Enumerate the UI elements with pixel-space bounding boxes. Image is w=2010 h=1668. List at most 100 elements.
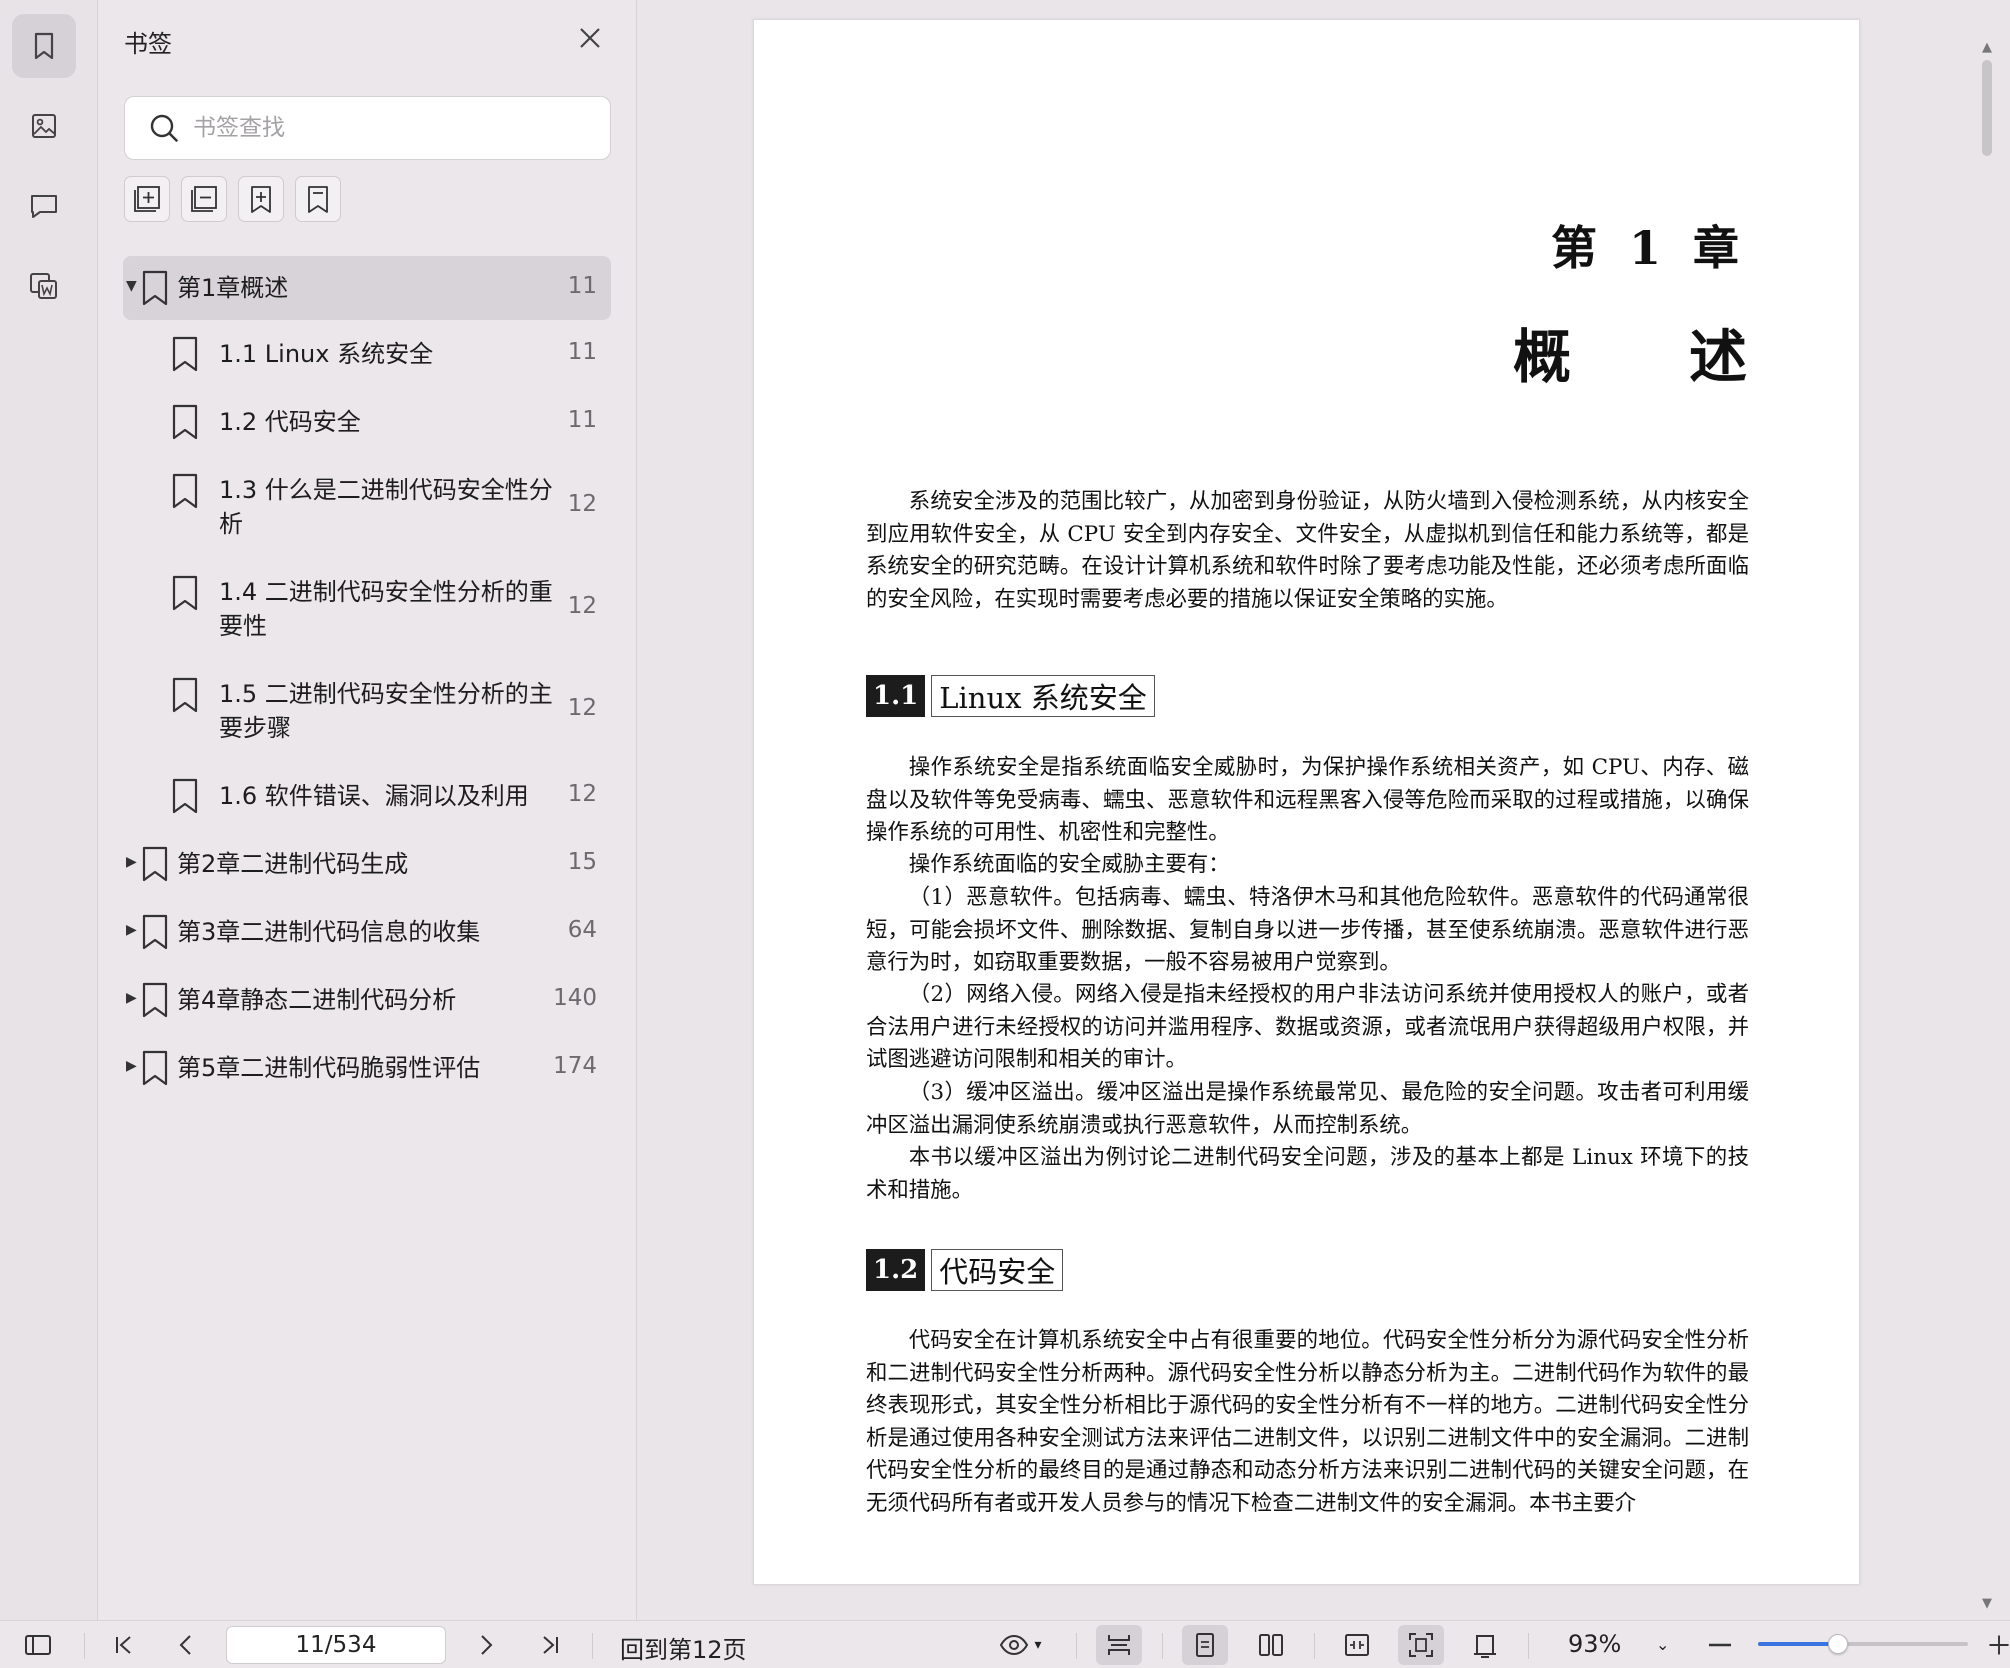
intro-paragraph: 系统安全涉及的范围比较广，从加密到身份验证，从防火墙到入侵检测系统，从内核安全到… bbox=[866, 489, 1749, 612]
bookmark-label: 第5章二进制代码脆弱性评估 bbox=[177, 1054, 481, 1082]
fit-page-icon bbox=[1409, 1633, 1433, 1657]
chevron-left-icon bbox=[179, 1635, 191, 1655]
bookmark-search-field[interactable] bbox=[124, 96, 611, 160]
section-title: Linux 系统安全 bbox=[931, 675, 1155, 717]
section-title: 代码安全 bbox=[931, 1249, 1064, 1291]
bookmark-label: 第3章二进制代码信息的收集 bbox=[177, 918, 481, 946]
bookmark-icon bbox=[172, 575, 198, 611]
bookmark-icon bbox=[34, 32, 54, 60]
section-heading-1-2: 1.2 代码安全 bbox=[866, 1249, 1064, 1291]
view-mode-button[interactable]: ▾ bbox=[988, 1625, 1052, 1665]
bookmark-add-icon bbox=[251, 186, 271, 213]
section-number: 1.2 bbox=[866, 1249, 926, 1291]
bookmark-page-number: 174 bbox=[553, 1053, 597, 1079]
bookmark-page-number: 11 bbox=[567, 339, 597, 365]
expanded-arrow-icon[interactable]: ▼ bbox=[126, 278, 137, 294]
bookmark-settings-button[interactable] bbox=[295, 176, 341, 222]
bookmark-item-1-5[interactable]: 1.5 二进制代码安全性分析的主 要步骤 12 bbox=[123, 660, 611, 762]
bookmark-item-chapter-4[interactable]: ▶ 第4章静态二进制代码分析 140 bbox=[123, 966, 611, 1034]
bookmark-icon bbox=[172, 404, 198, 440]
last-page-icon bbox=[543, 1636, 558, 1654]
bookmark-label: 1.1 Linux 系统安全 bbox=[219, 340, 434, 368]
chapter-title-char-1: 概 bbox=[1512, 323, 1571, 391]
bookmark-label: 1.6 软件错误、漏洞以及利用 bbox=[219, 782, 529, 810]
first-page-icon bbox=[116, 1636, 131, 1654]
bookmark-label-line1: 1.3 什么是二进制代码安全性分 bbox=[219, 476, 553, 504]
scroll-up-arrow-icon[interactable]: ▲ bbox=[1982, 40, 1992, 55]
continuous-scroll-button[interactable] bbox=[1096, 1625, 1142, 1665]
last-page-button[interactable] bbox=[530, 1625, 570, 1665]
chapter-title: 概述 bbox=[1513, 310, 1747, 394]
bookmark-item-chapter-1[interactable]: ▼ 第1章概述 11 bbox=[123, 256, 611, 320]
zoom-slider-knob[interactable] bbox=[1827, 1634, 1848, 1654]
collapsed-arrow-icon[interactable]: ▶ bbox=[126, 922, 137, 938]
word-convert-tab-button[interactable] bbox=[12, 254, 76, 318]
comments-tab-button[interactable] bbox=[12, 174, 76, 238]
expand-all-button[interactable] bbox=[124, 176, 170, 222]
bookmark-label-line1: 1.5 二进制代码安全性分析的主 bbox=[219, 680, 553, 708]
single-page-icon bbox=[1196, 1633, 1214, 1657]
previous-page-button[interactable] bbox=[166, 1625, 206, 1665]
bookmark-label-line2: 析 bbox=[219, 510, 243, 538]
toggle-sidebar-button[interactable] bbox=[18, 1625, 58, 1665]
scroll-down-arrow-icon[interactable]: ▼ bbox=[1982, 1596, 1992, 1611]
two-page-button[interactable] bbox=[1248, 1625, 1294, 1665]
two-page-icon bbox=[1259, 1634, 1283, 1656]
minus-icon bbox=[1709, 1643, 1731, 1647]
bookmark-item-chapter-5[interactable]: ▶ 第5章二进制代码脆弱性评估 174 bbox=[123, 1034, 611, 1102]
vertical-scrollbar[interactable] bbox=[1976, 60, 1998, 1595]
fit-width-icon bbox=[1345, 1634, 1369, 1656]
bookmark-page-number: 64 bbox=[567, 917, 597, 943]
rotate-page-icon bbox=[1474, 1635, 1496, 1658]
collapsed-arrow-icon[interactable]: ▶ bbox=[126, 990, 137, 1006]
bookmark-item-1-1[interactable]: 1.1 Linux 系统安全 11 bbox=[123, 320, 611, 388]
bookmark-page-number: 11 bbox=[567, 407, 597, 433]
collapsed-arrow-icon[interactable]: ▶ bbox=[126, 1058, 137, 1074]
zoom-level[interactable]: 93% bbox=[1568, 1630, 1621, 1658]
body-paragraph: （3）缓冲区溢出。缓冲区溢出是操作系统最常见、最危险的安全问题。攻击者可利用缓冲… bbox=[866, 1080, 1749, 1138]
next-page-button[interactable] bbox=[466, 1625, 506, 1665]
bookmark-outline-icon bbox=[308, 186, 328, 213]
sidebar-toggle-icon bbox=[25, 1635, 51, 1655]
search-icon bbox=[147, 111, 181, 145]
fit-width-button[interactable] bbox=[1334, 1625, 1380, 1665]
plus-icon bbox=[1989, 1635, 2009, 1655]
bookmark-toolbar bbox=[124, 176, 341, 222]
close-icon bbox=[580, 28, 600, 48]
bookmark-label: 第4章静态二进制代码分析 bbox=[177, 986, 457, 1014]
first-page-button[interactable] bbox=[104, 1625, 144, 1665]
bookmark-item-chapter-2[interactable]: ▶ 第2章二进制代码生成 15 bbox=[123, 830, 611, 898]
continuous-scroll-icon bbox=[1108, 1635, 1130, 1655]
bookmark-item-chapter-3[interactable]: ▶ 第3章二进制代码信息的收集 64 bbox=[123, 898, 611, 966]
single-page-button[interactable] bbox=[1182, 1625, 1228, 1665]
bookmark-label-line2: 要步骤 bbox=[219, 714, 291, 742]
bookmark-search-input[interactable] bbox=[193, 115, 573, 141]
zoom-out-button[interactable] bbox=[1700, 1625, 1740, 1665]
back-to-page-link[interactable]: 回到第12页 bbox=[620, 1630, 747, 1665]
bookmark-label: 第1章概述 bbox=[177, 274, 289, 302]
add-bookmark-button[interactable] bbox=[238, 176, 284, 222]
thumbnails-tab-button[interactable] bbox=[12, 94, 76, 158]
word-document-icon bbox=[30, 273, 57, 299]
chevron-right-icon bbox=[481, 1635, 493, 1655]
bookmark-item-1-2[interactable]: 1.2 代码安全 11 bbox=[123, 388, 611, 456]
rotate-page-button[interactable] bbox=[1462, 1625, 1508, 1665]
chapter-number: 第 1 章 bbox=[1550, 221, 1747, 275]
scrollbar-thumb[interactable] bbox=[1982, 60, 1992, 156]
fit-page-button[interactable] bbox=[1398, 1625, 1444, 1665]
bookmark-tree: ▼ 第1章概述 11 1.1 Linux 系统安全 11 1.2 代码安全 11… bbox=[123, 256, 611, 1102]
bookmark-page-number: 12 bbox=[567, 781, 597, 807]
image-icon bbox=[32, 114, 56, 138]
bookmark-item-1-4[interactable]: 1.4 二进制代码安全性分析的重 要性 12 bbox=[123, 558, 611, 660]
zoom-dropdown-arrow-icon[interactable]: ⌄ bbox=[1656, 1635, 1669, 1654]
bookmark-item-1-6[interactable]: 1.6 软件错误、漏洞以及利用 12 bbox=[123, 762, 611, 830]
page-number-input[interactable] bbox=[226, 1626, 446, 1664]
bookmark-item-1-3[interactable]: 1.3 什么是二进制代码安全性分 析 12 bbox=[123, 456, 611, 558]
zoom-slider[interactable] bbox=[1758, 1634, 1968, 1654]
bookmarks-tab-button[interactable] bbox=[12, 14, 76, 78]
close-panel-button[interactable] bbox=[574, 22, 606, 54]
collapse-all-button[interactable] bbox=[181, 176, 227, 222]
zoom-in-button[interactable] bbox=[1988, 1625, 2010, 1665]
collapsed-arrow-icon[interactable]: ▶ bbox=[126, 854, 137, 870]
bookmark-icon bbox=[142, 846, 168, 882]
